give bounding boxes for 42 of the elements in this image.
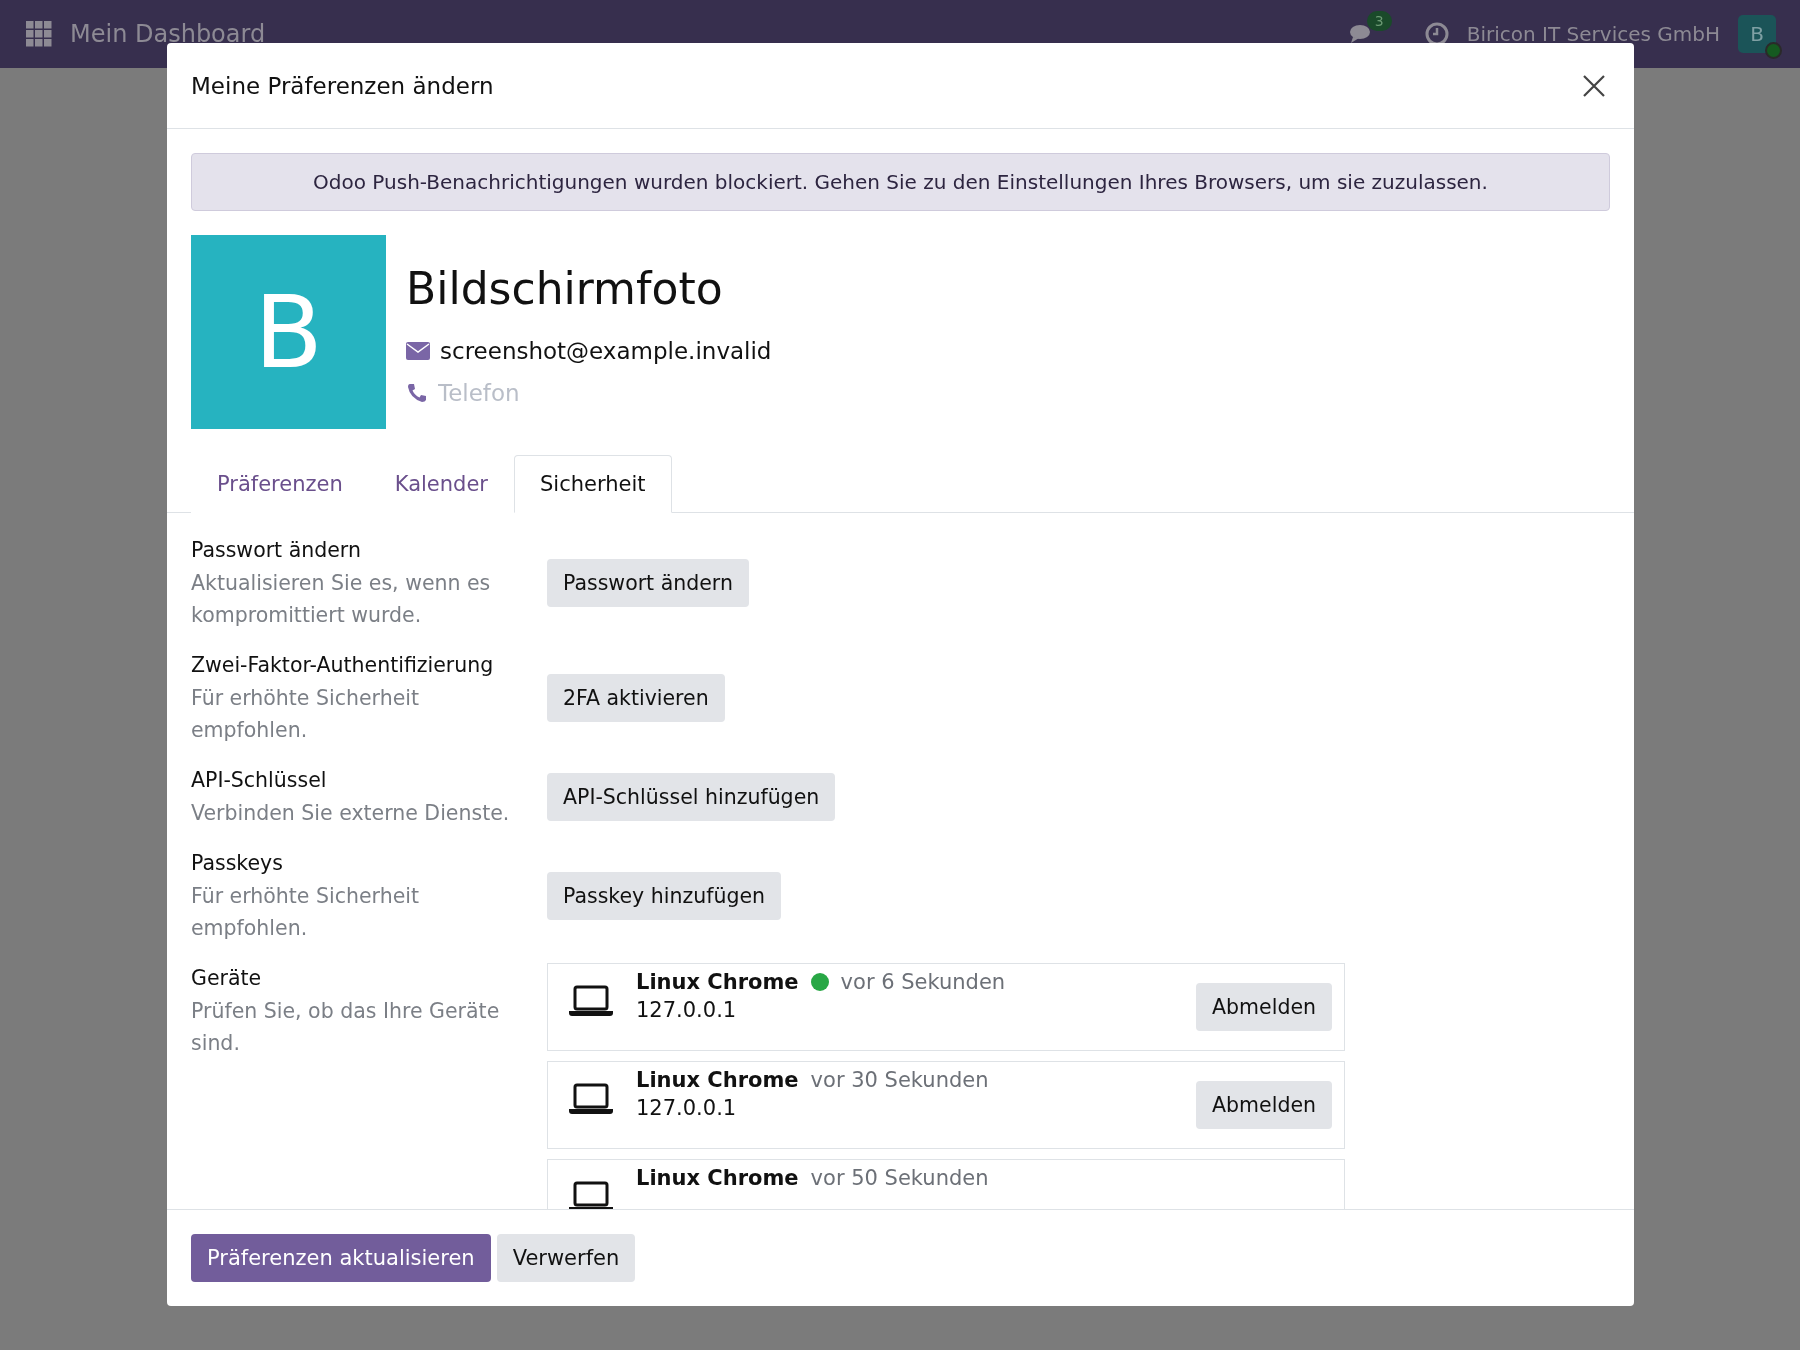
device-name: Linux Chrome — [636, 1068, 799, 1092]
section-description: Aktualisieren Sie es, wenn es kompromittiert wurde. — [191, 570, 492, 629]
action-button[interactable]: 2FA aktivieren — [547, 674, 725, 722]
action-button[interactable]: API-Schlüssel hinzufügen — [547, 773, 836, 821]
device-name: Linux Chrome — [636, 1166, 799, 1190]
notification-alert: Odoo Push-Benachrichtigungen wurden blockiert. Gehen Sie zu den Einstellungen Ihres Browsers, um sie zuzulassen. — [191, 153, 1610, 211]
app-title: Mein Dashboard — [70, 20, 266, 48]
apps-grid-icon[interactable] — [26, 21, 52, 47]
discard-button[interactable]: Verwerfen — [496, 1234, 636, 1282]
section-title: Geräte — [191, 965, 263, 992]
phone-icon — [406, 382, 428, 404]
logout-button[interactable]: Abmelden — [1196, 1081, 1332, 1129]
tab[interactable]: Sicherheit — [514, 455, 672, 513]
company-name[interactable]: Biricon IT Services GmbH — [1466, 22, 1720, 46]
save-button[interactable]: Präferenzen aktualisieren — [191, 1234, 491, 1282]
message-count-badge: 3 — [1366, 11, 1392, 31]
section-title: API-Schlüssel — [191, 767, 328, 794]
action-button[interactable]: Passkey hinzufügen — [547, 872, 782, 920]
section-title: Passkeys — [191, 850, 284, 877]
section-title: Passwort ändern — [191, 537, 362, 564]
section-description: Verbinden Sie externe Dienste. — [191, 800, 511, 827]
clock-icon[interactable] — [1424, 22, 1449, 46]
device-name: Linux Chrome — [636, 970, 799, 994]
laptop-icon — [568, 984, 614, 1018]
laptop-icon — [568, 1180, 614, 1209]
last-seen-text: vor 30 Sekunden — [810, 1068, 989, 1092]
action-button[interactable]: Passwort ändern — [547, 559, 749, 607]
section-title: Zwei-Faktor-Authentifizierung — [191, 652, 495, 679]
last-seen-text: vor 6 Sekunden — [840, 970, 1006, 994]
laptop-icon — [568, 1082, 614, 1116]
user-name: Bildschirmfoto — [406, 263, 724, 314]
logout-button[interactable]: Abmelden — [1196, 983, 1332, 1031]
ip-address: 127.0.0.1 — [636, 998, 738, 1022]
status-dot — [1765, 42, 1782, 59]
ip-address: 127.0.0.1 — [636, 1096, 738, 1120]
section-description: Für erhöhte Sicherheit empfohlen. — [191, 685, 420, 744]
email-text: screenshot@example.invalid — [440, 338, 772, 364]
section-description: Prüfen Sie, ob das Ihre Geräte sind. — [191, 998, 501, 1057]
dialog-title: Meine Präferenzen ändern — [191, 72, 495, 99]
envelope-icon — [406, 342, 430, 360]
last-seen-text: vor 50 Sekunden — [810, 1166, 989, 1190]
section-description: Für erhöhte Sicherheit empfohlen. — [191, 883, 420, 942]
